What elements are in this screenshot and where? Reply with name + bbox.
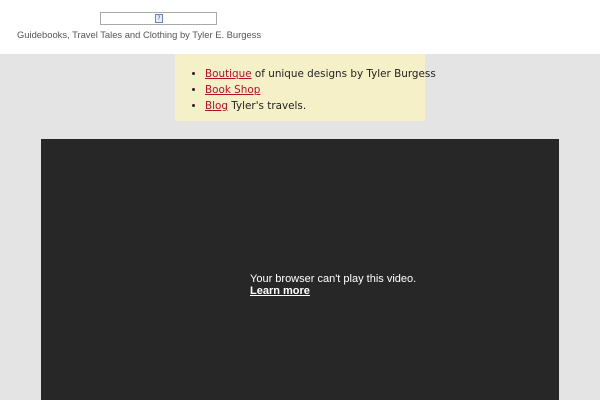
nav-link-box: Boutique of unique designs by Tyler Burg… [175,54,436,121]
blog-link[interactable]: Blog [205,100,228,112]
site-tagline: Guidebooks, Travel Tales and Clothing by… [17,29,262,40]
site-header: ? Guidebooks, Travel Tales and Clothing … [0,0,600,54]
list-item: Boutique of unique designs by Tyler Burg… [205,66,436,82]
video-player[interactable]: Your browser can't play this video. Lear… [41,139,559,400]
book-shop-link[interactable]: Book Shop [205,84,260,96]
boutique-description: of unique designs by Tyler Burgess [251,68,436,80]
learn-more-link[interactable]: Learn more [250,285,310,297]
video-error-message: Your browser can't play this video. Lear… [250,273,416,297]
boutique-link[interactable]: Boutique [205,68,252,80]
nav-list: Boutique of unique designs by Tyler Burg… [175,54,436,114]
broken-image-icon: ? [155,14,163,23]
list-item: Book Shop [205,82,425,98]
video-error-text: Your browser can't play this video. [250,273,417,285]
site-logo[interactable]: ? [100,12,217,25]
list-item: Blog Tyler's travels. [205,98,425,114]
blog-description: Tyler's travels. [227,100,307,112]
